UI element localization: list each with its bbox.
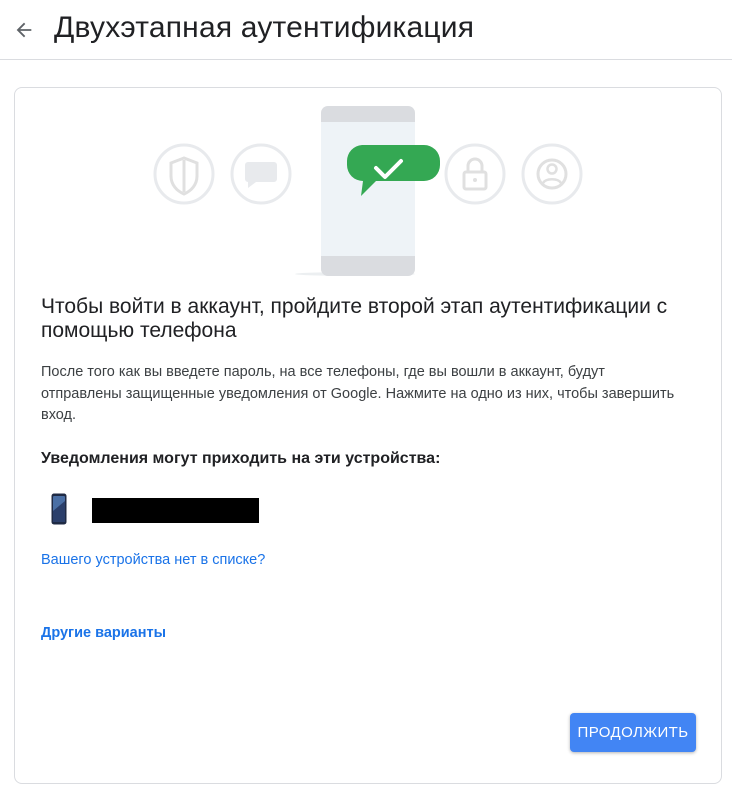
description: После того как вы введете пароль, на все…	[41, 364, 675, 423]
continue-button[interactable]: ПРОДОЛЖИТЬ	[570, 713, 696, 752]
device-name-redacted	[92, 498, 259, 523]
top-bar: Двухэтапная аутентификация	[0, 0, 732, 60]
account-icon	[521, 143, 583, 205]
lock-icon	[444, 143, 506, 205]
shield-icon	[153, 143, 215, 205]
device-not-listed-link[interactable]: Вашего устройства нет в списке?	[41, 552, 265, 568]
smartphone-icon	[51, 493, 67, 525]
device-item[interactable]	[51, 491, 291, 527]
back-button[interactable]	[10, 16, 38, 44]
chat-bubble-icon	[230, 143, 292, 205]
phone-icon	[295, 106, 415, 276]
devices-title: Уведомления могут приходить на эти устро…	[41, 450, 441, 467]
arrow-back-icon	[16, 22, 32, 38]
illustration	[153, 106, 583, 276]
page-title: Двухэтапная аутентификация	[54, 11, 475, 44]
headline: Чтобы войти в аккаунт, пройдите второй э…	[41, 295, 668, 342]
other-options-link[interactable]: Другие варианты	[41, 625, 166, 641]
auth-card: Чтобы войти в аккаунт, пройдите второй э…	[14, 87, 722, 784]
